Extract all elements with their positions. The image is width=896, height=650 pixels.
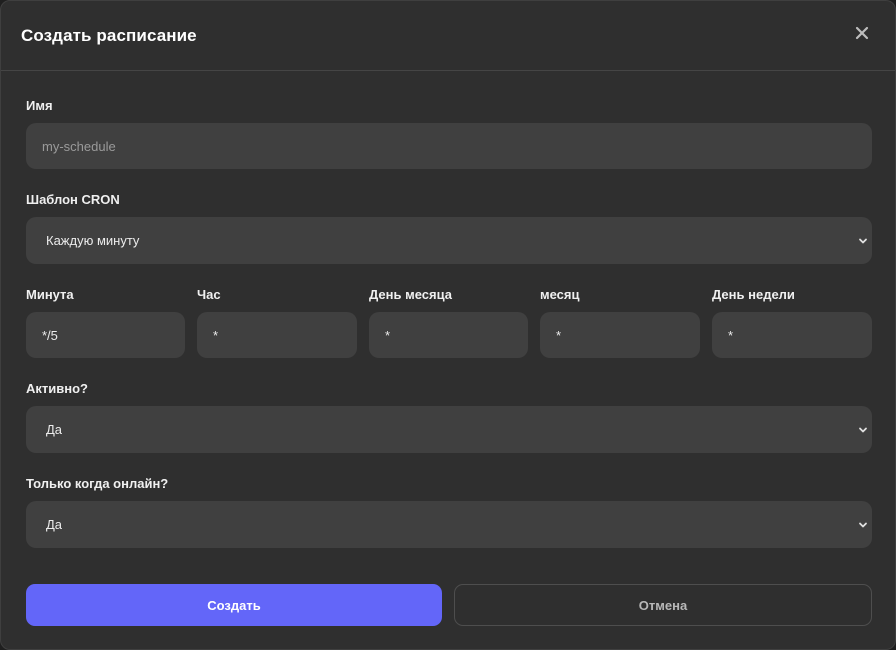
chevron-down-icon <box>858 520 868 530</box>
cron-template-select[interactable]: Каждую минуту <box>26 217 872 264</box>
minute-value: */5 <box>42 327 58 343</box>
create-schedule-dialog: Создать расписание Имя Шаблон CRON Кажду… <box>0 0 896 650</box>
name-input[interactable] <box>26 123 872 169</box>
online-only-value: Да <box>46 517 63 532</box>
dialog-header: Создать расписание <box>1 1 895 71</box>
day-of-month-input[interactable]: * <box>369 312 528 358</box>
month-label: месяц <box>540 287 580 302</box>
create-button[interactable]: Создать <box>26 584 442 626</box>
active-select[interactable]: Да <box>26 406 872 453</box>
chevron-down-icon <box>858 236 868 246</box>
month-value: * <box>556 327 562 343</box>
month-input[interactable]: * <box>540 312 700 358</box>
cron-template-value: Каждую минуту <box>46 233 140 248</box>
active-value: Да <box>46 422 63 437</box>
active-label: Активно? <box>26 381 88 396</box>
close-button[interactable] <box>853 24 871 42</box>
hour-value: * <box>213 327 219 343</box>
minute-input[interactable]: */5 <box>26 312 185 358</box>
online-only-label: Только когда онлайн? <box>26 476 169 491</box>
day-of-month-label: День месяца <box>369 287 452 302</box>
day-of-week-label: День недели <box>712 287 795 302</box>
name-label: Имя <box>26 98 53 113</box>
cron-template-label: Шаблон CRON <box>26 192 120 207</box>
day-of-week-value: * <box>728 327 734 343</box>
online-only-select[interactable]: Да <box>26 501 872 548</box>
day-of-week-input[interactable]: * <box>712 312 872 358</box>
cancel-button[interactable]: Отмена <box>454 584 872 626</box>
hour-label: Час <box>197 287 221 302</box>
hour-input[interactable]: * <box>197 312 357 358</box>
dialog-title: Создать расписание <box>21 26 197 45</box>
day-of-month-value: * <box>385 327 391 343</box>
close-icon <box>855 26 869 40</box>
chevron-down-icon <box>858 425 868 435</box>
minute-label: Минута <box>26 287 74 302</box>
